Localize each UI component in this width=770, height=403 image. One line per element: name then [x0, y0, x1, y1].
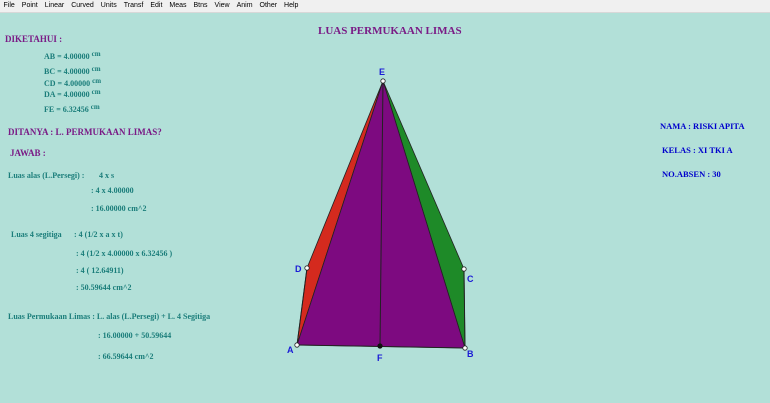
label-a: A	[287, 345, 294, 355]
vertex-e[interactable]	[380, 78, 386, 84]
label-f: F	[377, 353, 383, 363]
vertex-a[interactable]	[294, 342, 300, 348]
label-b: B	[467, 349, 474, 359]
vertex-d[interactable]	[304, 265, 310, 271]
label-d: D	[295, 264, 302, 274]
pyramid-figure: E D C A B F	[287, 67, 474, 363]
vertex-c[interactable]	[461, 266, 467, 272]
label-e: E	[379, 67, 385, 77]
label-c: C	[467, 274, 474, 284]
vertex-f[interactable]	[377, 343, 383, 349]
